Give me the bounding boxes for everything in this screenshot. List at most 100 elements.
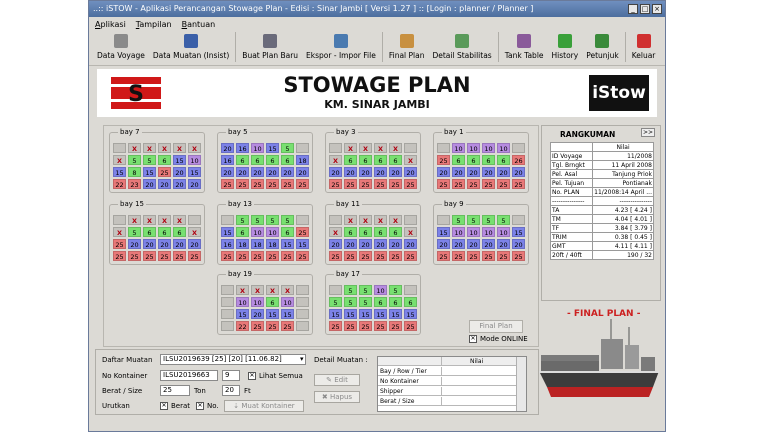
container-slot[interactable]: 20	[281, 167, 294, 177]
container-slot[interactable]: 5	[128, 227, 141, 237]
toolbar-button-data-voyage[interactable]: Data Voyage	[93, 32, 149, 60]
container-slot[interactable]: 20	[344, 239, 357, 249]
container-slot[interactable]	[221, 309, 234, 319]
container-slot[interactable]: 20	[158, 239, 171, 249]
toolbar-button-detail-stabilitas[interactable]: Detail Stabilitas	[428, 32, 495, 60]
toolbar-button-final-plan[interactable]: Final Plan	[385, 32, 429, 60]
container-slot[interactable]: X	[251, 285, 264, 295]
container-slot[interactable]: 20	[404, 239, 417, 249]
container-slot[interactable]: 20	[467, 167, 480, 177]
container-slot[interactable]: 20	[221, 167, 234, 177]
container-slot[interactable]: 25	[296, 227, 309, 237]
muat-kontainer-button[interactable]: ⇣ Muat Kontainer	[224, 400, 304, 412]
container-slot[interactable]	[404, 215, 417, 225]
container-slot[interactable]: 20	[374, 239, 387, 249]
container-slot[interactable]: 6	[389, 297, 402, 307]
container-slot[interactable]: 6	[404, 297, 417, 307]
toolbar-button-buat-plan-baru[interactable]: Buat Plan Baru	[238, 32, 302, 60]
container-slot[interactable]: 20	[251, 309, 264, 319]
container-slot[interactable]: 25	[221, 251, 234, 261]
container-slot[interactable]: 5	[359, 297, 372, 307]
container-slot[interactable]: 25	[359, 179, 372, 189]
container-slot[interactable]: 25	[236, 179, 249, 189]
container-slot[interactable]: 15	[281, 239, 294, 249]
container-slot[interactable]: 25	[374, 321, 387, 331]
container-slot[interactable]: 10	[251, 297, 264, 307]
container-slot[interactable]: 25	[437, 155, 450, 165]
container-slot[interactable]: 6	[374, 227, 387, 237]
container-slot[interactable]: X	[344, 215, 357, 225]
container-slot[interactable]: 25	[113, 251, 126, 261]
chevron-down-icon[interactable]: ▾	[300, 355, 304, 363]
container-slot[interactable]: 5	[497, 215, 510, 225]
container-slot[interactable]: 20	[329, 239, 342, 249]
no-kontainer-number[interactable]: 9	[222, 370, 240, 381]
edit-button[interactable]: ✎ Edit	[314, 374, 360, 386]
container-slot[interactable]	[296, 297, 309, 307]
container-slot[interactable]: X	[113, 227, 126, 237]
container-slot[interactable]: 5	[389, 285, 402, 295]
container-slot[interactable]	[437, 143, 450, 153]
container-slot[interactable]: 25	[344, 251, 357, 261]
container-slot[interactable]	[221, 285, 234, 295]
container-slot[interactable]: 16	[221, 155, 234, 165]
container-slot[interactable]: 6	[143, 227, 156, 237]
container-slot[interactable]: 15	[437, 227, 450, 237]
container-slot[interactable]	[221, 215, 234, 225]
container-slot[interactable]: X	[374, 143, 387, 153]
container-slot[interactable]	[296, 285, 309, 295]
container-slot[interactable]: 25	[404, 321, 417, 331]
container-slot[interactable]: X	[389, 143, 402, 153]
container-slot[interactable]: 22	[236, 321, 249, 331]
mode-online-checkbox[interactable]: ✕	[469, 335, 477, 343]
container-slot[interactable]	[437, 215, 450, 225]
menu-aplikasi[interactable]: Aplikasi	[95, 17, 126, 32]
container-slot[interactable]: 5	[281, 143, 294, 153]
container-slot[interactable]: 25	[467, 251, 480, 261]
container-slot[interactable]: 15	[344, 309, 357, 319]
container-slot[interactable]: X	[281, 285, 294, 295]
container-slot[interactable]: 25	[497, 251, 510, 261]
container-slot[interactable]: 25	[389, 179, 402, 189]
container-slot[interactable]: 10	[374, 285, 387, 295]
container-slot[interactable]	[512, 143, 525, 153]
container-slot[interactable]: 15	[236, 309, 249, 319]
container-slot[interactable]: 25	[143, 251, 156, 261]
title-bar[interactable]: ..:: iSTOW - Aplikasi Perancangan Stowag…	[89, 1, 665, 17]
container-slot[interactable]: 6	[173, 227, 186, 237]
container-slot[interactable]: 10	[251, 143, 264, 153]
container-slot[interactable]: 6	[467, 155, 480, 165]
container-slot[interactable]: 10	[497, 227, 510, 237]
container-slot[interactable]	[296, 143, 309, 153]
container-slot[interactable]: 25	[452, 251, 465, 261]
container-slot[interactable]: X	[188, 143, 201, 153]
container-slot[interactable]: 25	[173, 251, 186, 261]
container-slot[interactable]: 20	[221, 143, 234, 153]
container-slot[interactable]: 20	[452, 239, 465, 249]
container-slot[interactable]: 18	[296, 155, 309, 165]
container-slot[interactable]: 20	[512, 167, 525, 177]
container-slot[interactable]: 25	[236, 251, 249, 261]
mode-online[interactable]: ✕ Mode ONLINE	[469, 335, 528, 343]
container-slot[interactable]: 6	[266, 297, 279, 307]
container-slot[interactable]	[329, 143, 342, 153]
hapus-button[interactable]: ✖ Hapus	[314, 391, 360, 403]
container-slot[interactable]: 25	[281, 179, 294, 189]
container-slot[interactable]: 15	[404, 309, 417, 319]
container-slot[interactable]: 5	[281, 215, 294, 225]
container-slot[interactable]: 15	[359, 309, 372, 319]
container-slot[interactable]: 25	[512, 179, 525, 189]
container-slot[interactable]: 6	[266, 155, 279, 165]
container-slot[interactable]: X	[173, 215, 186, 225]
container-slot[interactable]: 6	[236, 155, 249, 165]
container-slot[interactable]: 6	[158, 227, 171, 237]
container-slot[interactable]: X	[374, 215, 387, 225]
container-slot[interactable]: 15	[173, 155, 186, 165]
container-slot[interactable]: 25	[158, 167, 171, 177]
container-slot[interactable]: 25	[344, 179, 357, 189]
container-slot[interactable]: 18	[251, 239, 264, 249]
container-slot[interactable]: 20	[143, 179, 156, 189]
container-slot[interactable]: 5	[143, 155, 156, 165]
container-slot[interactable]: 6	[344, 227, 357, 237]
container-slot[interactable]: 18	[266, 239, 279, 249]
